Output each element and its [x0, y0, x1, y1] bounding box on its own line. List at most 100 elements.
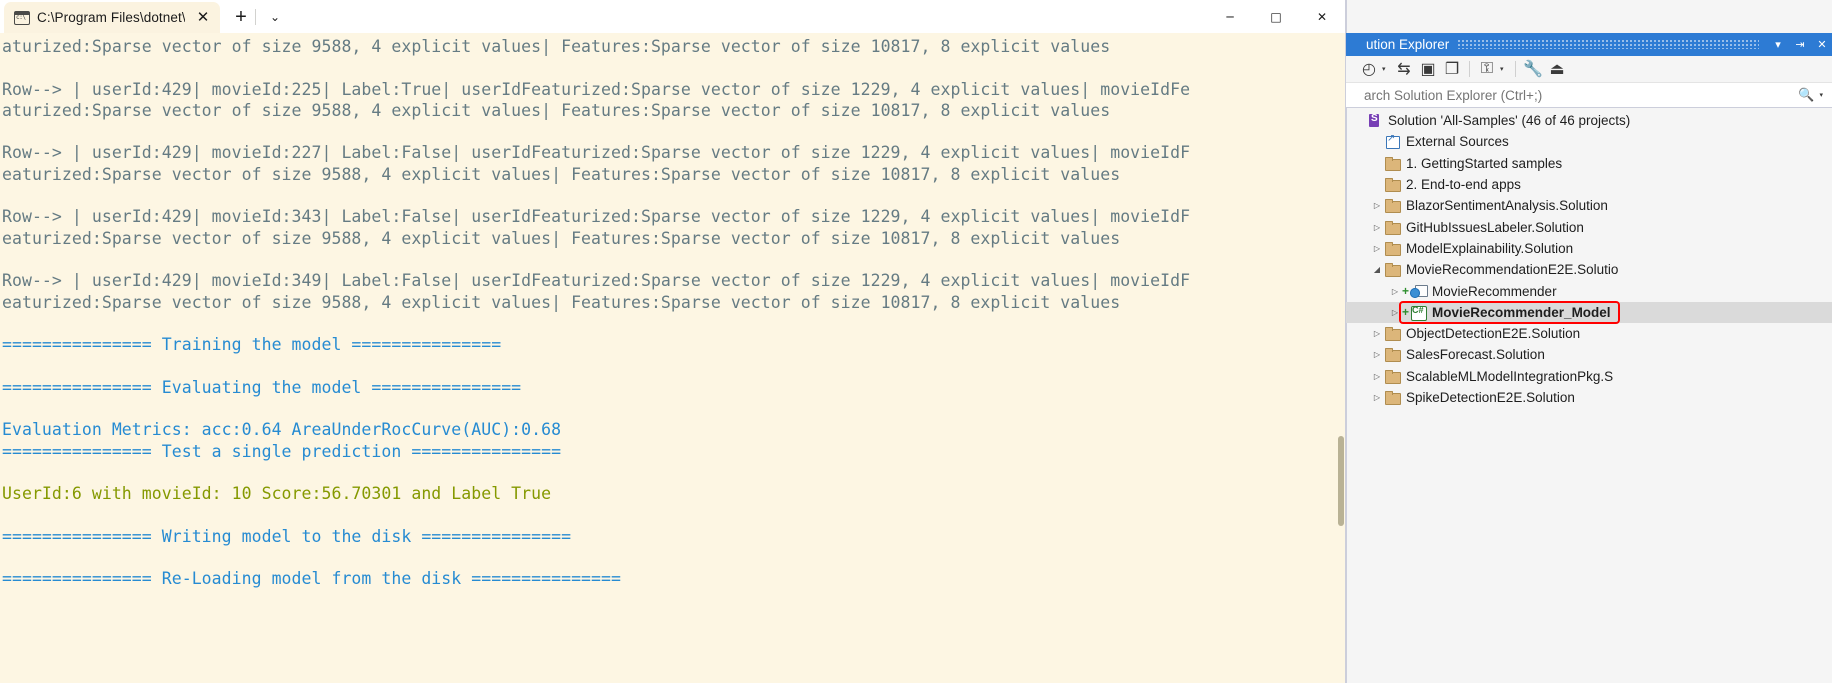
collapse-all-icon[interactable]: ▣: [1417, 59, 1439, 80]
terminal-scrollbar[interactable]: [1337, 33, 1345, 683]
collapsed-twisty-icon[interactable]: ▷: [1370, 350, 1384, 359]
new-tab-button[interactable]: +: [226, 2, 256, 32]
collapsed-twisty-icon[interactable]: ▷: [1370, 329, 1384, 338]
solution-explorer-title: ution Explorer: [1366, 37, 1450, 52]
terminal-line: UserId:6 with movieId: 10 Score:56.70301…: [2, 484, 552, 504]
terminal-line: Row--> | userId:429| movieId:227| Label:…: [2, 143, 1191, 163]
tree-item-label: ObjectDetectionE2E.Solution: [1406, 326, 1581, 342]
folder-icon: [1384, 156, 1401, 171]
close-tab-button[interactable]: ✕: [192, 7, 214, 29]
tree-item-label: 2. End-to-end apps: [1406, 177, 1521, 193]
terminal-line: Evaluation Metrics: acc:0.64 AreaUnderRo…: [2, 420, 562, 440]
terminal-line: Row--> | userId:429| movieId:225| Label:…: [2, 79, 1191, 99]
collapsed-twisty-icon[interactable]: ▷: [1388, 308, 1402, 317]
tree-item-label: Solution 'All-Samples' (46 of 46 project…: [1388, 113, 1631, 129]
show-all-files-icon[interactable]: ❐: [1441, 59, 1463, 80]
tree-item-blazorsentimentanalysis-solution[interactable]: ▷ BlazorSentimentAnalysis.Solution: [1346, 195, 1832, 216]
collapsed-twisty-icon[interactable]: ▷: [1370, 223, 1384, 232]
sync-with-active-document-icon[interactable]: ⇆: [1393, 59, 1415, 80]
tree-item-solution-all-samples-46-of-46-projects[interactable]: Solution 'All-Samples' (46 of 46 project…: [1346, 110, 1832, 131]
terminal-text: aturized:Sparse vector of size 9588, 4 e…: [0, 33, 1345, 590]
collapsed-twisty-icon[interactable]: ▷: [1370, 372, 1384, 381]
app-root: C:\Program Files\dotnet\d ✕ + ⌄ ─ □ ✕ at…: [0, 0, 1832, 683]
tree-item-label: External Sources: [1406, 134, 1509, 150]
terminal-tab[interactable]: C:\Program Files\dotnet\d ✕: [4, 2, 220, 33]
minimize-button[interactable]: ─: [1207, 0, 1253, 33]
tree-item-2-end-to-end-apps[interactable]: 2. End-to-end apps: [1346, 174, 1832, 195]
terminal-line: eaturized:Sparse vector of size 9588, 4 …: [2, 164, 1121, 184]
tree-item-modelexplainability-solution[interactable]: ▷ ModelExplainability.Solution: [1346, 238, 1832, 259]
pin-icon[interactable]: ⇥: [1789, 34, 1811, 56]
tree-item-spikedetectione2e-solution[interactable]: ▷ SpikeDetectionE2E.Solution: [1346, 387, 1832, 408]
collapsed-twisty-icon[interactable]: ▷: [1370, 244, 1384, 253]
terminal-line: aturized:Sparse vector of size 9588, 4 e…: [2, 37, 1111, 56]
pending-changes-icon[interactable]: ◴: [1358, 59, 1380, 80]
tab-dropdown-button[interactable]: ⌄: [255, 2, 290, 32]
tree-item-githubissueslabeler-solution[interactable]: ▷ GitHubIssuesLabeler.Solution: [1346, 216, 1832, 237]
tree-item-scalablemlmodelintegrationpkg-s[interactable]: ▷ ScalableMLModelIntegrationPkg.S: [1346, 366, 1832, 387]
external-icon: [1384, 133, 1401, 150]
terminal-line: eaturized:Sparse vector of size 9588, 4 …: [2, 292, 1121, 312]
tree-item-label: SpikeDetectionE2E.Solution: [1406, 390, 1575, 405]
expanded-twisty-icon[interactable]: ◢: [1370, 265, 1384, 274]
terminal-line: =============== Test a single prediction…: [2, 441, 562, 461]
terminal-output-area[interactable]: aturized:Sparse vector of size 9588, 4 e…: [0, 33, 1345, 683]
pending-changes-dropdown-icon[interactable]: ▾: [1382, 65, 1391, 73]
tree-item-label: MovieRecommendationE2E.Solutio: [1406, 262, 1619, 278]
close-window-button[interactable]: ✕: [1299, 0, 1345, 33]
properties-icon[interactable]: 🔧: [1522, 59, 1544, 80]
folder-icon: [1384, 198, 1401, 214]
view-designer-icon[interactable]: ⚿: [1476, 59, 1498, 80]
dropdown-icon[interactable]: ▾: [1767, 34, 1789, 56]
close-icon[interactable]: ✕: [1811, 34, 1832, 56]
folder-icon: [1384, 369, 1401, 384]
tree-item-movierecommender-model[interactable]: ▷+ MovieRecommender_Model: [1346, 301, 1832, 323]
tree-item-label: SalesForecast.Solution: [1406, 347, 1545, 363]
tree-item-external-sources[interactable]: External Sources: [1346, 131, 1832, 152]
header-dot-pattern: [1457, 40, 1759, 49]
tree-item-movierecommendatione2e-solutio[interactable]: ◢ MovieRecommendationE2E.Solutio: [1346, 259, 1832, 280]
terminal-line: Row--> | userId:429| movieId:349| Label:…: [2, 271, 1191, 291]
terminal-line: Row--> | userId:429| movieId:343| Label:…: [2, 207, 1191, 227]
source-control-add-icon: +: [1402, 305, 1410, 320]
source-control-add-icon: +: [1402, 284, 1410, 299]
tree-item-label: BlazorSentimentAnalysis.Solution: [1406, 198, 1608, 214]
tree-item-label: MovieRecommender_Model: [1432, 304, 1611, 320]
terminal-line: =============== Re-Loading model from th…: [2, 569, 621, 589]
solution-explorer-search[interactable]: 🔍 ▾: [1346, 83, 1832, 108]
search-input[interactable]: [1364, 87, 1794, 103]
collapsed-twisty-icon[interactable]: ▷: [1370, 393, 1384, 402]
terminal-line: =============== Evaluating the model ===…: [2, 377, 522, 397]
search-dropdown-icon[interactable]: ▾: [1819, 91, 1832, 99]
tree-item-objectdetectione2e-solution[interactable]: ▷ ObjectDetectionE2E.Solution: [1346, 323, 1832, 344]
terminal-scrollbar-thumb[interactable]: [1338, 436, 1344, 526]
preview-selected-items-icon[interactable]: ⏏: [1546, 59, 1568, 80]
terminal-window: C:\Program Files\dotnet\d ✕ + ⌄ ─ □ ✕ at…: [0, 0, 1345, 683]
collapsed-twisty-icon[interactable]: ▷: [1370, 201, 1384, 210]
terminal-line: =============== Writing model to the dis…: [2, 526, 572, 546]
solution-explorer-panel: ution Explorer ▾ ⇥ ✕ ◴▾⇆▣❐⚿▾🔧⏏ 🔍 ▾ Solut…: [1345, 0, 1832, 683]
twisty-placeholder: [1352, 116, 1366, 125]
csharp-icon: [1410, 305, 1428, 321]
folder-icon: [1384, 220, 1401, 235]
folder-icon: [1384, 177, 1401, 193]
tree-item-label: MovieRecommender: [1432, 283, 1557, 299]
tree-item-movierecommender[interactable]: ▷ + MovieRecommender: [1346, 280, 1832, 301]
folder-icon: [1384, 390, 1401, 405]
search-icon[interactable]: 🔍: [1793, 87, 1819, 103]
tree-item-salesforecast-solution[interactable]: ▷ SalesForecast.Solution: [1346, 344, 1832, 365]
view-designer-dropdown-icon[interactable]: ▾: [1500, 65, 1509, 73]
twisty-placeholder: [1370, 180, 1384, 189]
terminal-line: aturized:Sparse vector of size 9588, 4 e…: [2, 100, 1111, 120]
collapsed-twisty-icon[interactable]: ▷: [1388, 287, 1402, 296]
tree-item-1-gettingstarted-samples[interactable]: 1. GettingStarted samples: [1346, 153, 1832, 174]
solution-tree[interactable]: Solution 'All-Samples' (46 of 46 project…: [1346, 108, 1832, 683]
maximize-button[interactable]: □: [1253, 0, 1299, 33]
